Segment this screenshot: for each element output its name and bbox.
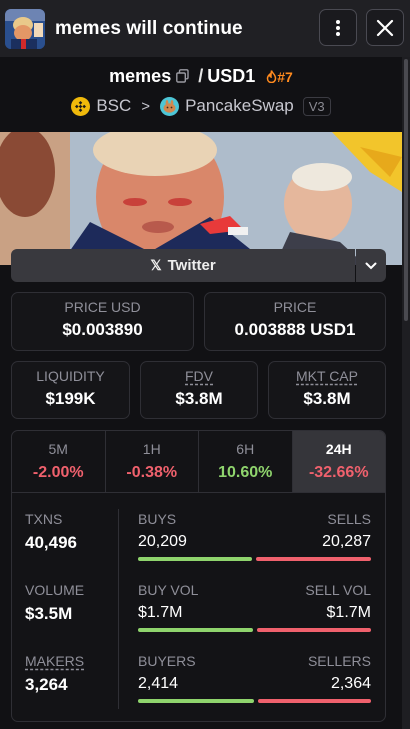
buyers-value: 2,414 <box>138 675 179 692</box>
buyers-sellers-split: BUYERS SELLERS 2,414 2,364 <box>138 653 371 703</box>
scrollbar[interactable] <box>402 57 410 729</box>
sells-bar <box>256 557 371 561</box>
buy-vol-label: BUY VOL <box>138 582 199 598</box>
tab-change: -2.00% <box>32 464 84 481</box>
price-usd-value: $0.003890 <box>62 320 143 339</box>
tab-5m[interactable]: 5M -2.00% <box>12 431 106 492</box>
timeframe-stats-panel: 5M -2.00% 1H -0.38% 6H 10.60% 24H -32.66… <box>11 430 386 722</box>
twitter-label: Twitter <box>167 257 216 274</box>
chevron-right-icon: > <box>141 97 151 115</box>
tab-change: -0.38% <box>126 464 178 481</box>
sells-value: 20,287 <box>322 533 371 550</box>
tab-change: -32.66% <box>308 464 369 481</box>
tab-6h[interactable]: 6H 10.60% <box>199 431 293 492</box>
network-breadcrumb: BSC > PancakeSwap V3 <box>0 96 402 116</box>
sells-label: SELLS <box>327 511 371 527</box>
buy-vol-value: $1.7M <box>138 604 183 621</box>
buys-label: BUYS <box>138 511 177 527</box>
fdv-value: $3.8M <box>175 389 223 408</box>
tab-label: 5M <box>48 441 68 457</box>
sell-vol-value: $1.7M <box>326 604 371 621</box>
txns-label: TXNS <box>25 511 63 527</box>
price-native-label: PRICE <box>273 299 317 315</box>
buyvol-sellvol-bar <box>138 628 371 632</box>
copy-icon[interactable] <box>176 67 189 88</box>
pair-title: memes / USD1 #7 <box>0 66 402 88</box>
column-divider <box>118 509 119 709</box>
dex-link[interactable]: PancakeSwap <box>185 96 294 116</box>
liquidity-label: LIQUIDITY <box>36 368 105 384</box>
trending-rank[interactable]: #7 <box>266 69 293 85</box>
buyvol-sellvol-split: BUY VOL SELL VOL $1.7M $1.7M <box>138 582 371 632</box>
buyers-bar <box>138 699 254 703</box>
pair-base: memes <box>109 66 172 86</box>
sell-vol-label: SELL VOL <box>305 582 371 598</box>
chain-link[interactable]: BSC <box>96 96 131 116</box>
volume-stat: VOLUME $3.5M <box>25 582 84 624</box>
token-header-image <box>0 132 402 265</box>
flame-icon <box>267 70 277 84</box>
tab-1h[interactable]: 1H -0.38% <box>106 431 199 492</box>
buys-value: 20,209 <box>138 533 187 550</box>
txns-stat: TXNS 40,496 <box>25 511 77 553</box>
sellers-bar <box>258 699 371 703</box>
header-bar: memes will continue <box>0 0 410 57</box>
more-vertical-icon <box>336 19 340 36</box>
pair-separator: / <box>198 66 204 86</box>
close-icon <box>376 19 394 36</box>
buyers-sellers-bar <box>138 699 371 703</box>
twitter-link-button[interactable]: 𝕏 Twitter <box>11 249 355 282</box>
tab-24h[interactable]: 24H -32.66% <box>292 431 385 492</box>
buy-vol-bar <box>138 628 253 632</box>
market-cap-label: MKT CAP <box>296 368 358 384</box>
rank-value: #7 <box>277 69 293 85</box>
price-native-box: PRICE 0.003888 USD1 <box>204 292 386 351</box>
dex-version-badge: V3 <box>302 96 331 116</box>
buys-sells-split: BUYS SELLS 20,209 20,287 <box>138 511 371 561</box>
txns-value: 40,496 <box>25 533 77 552</box>
pancakeswap-icon <box>160 96 180 116</box>
price-usd-box: PRICE USD $0.003890 <box>11 292 194 351</box>
chevron-down-icon <box>365 262 377 269</box>
buyers-label: BUYERS <box>138 653 196 669</box>
liquidity-value: $199K <box>45 389 96 408</box>
market-cap-box: MKT CAP $3.8M <box>268 361 386 419</box>
makers-stat: MAKERS 3,264 <box>25 653 84 695</box>
scrollbar-thumb[interactable] <box>404 59 408 321</box>
token-avatar <box>5 8 45 49</box>
buys-sells-bar <box>138 557 371 561</box>
makers-label: MAKERS <box>25 653 85 669</box>
close-button[interactable] <box>366 9 404 46</box>
sellers-label: SELLERS <box>307 653 371 669</box>
sell-vol-bar <box>257 628 371 632</box>
tab-label: 1H <box>142 441 161 457</box>
tab-label: 24H <box>325 441 352 457</box>
token-title: memes will continue <box>55 17 243 39</box>
volume-label: VOLUME <box>25 582 85 598</box>
more-options-button[interactable] <box>319 9 357 46</box>
buys-bar <box>138 557 252 561</box>
pair-quote: USD1 <box>207 66 256 86</box>
tab-label: 6H <box>236 441 255 457</box>
sellers-value: 2,364 <box>330 675 371 692</box>
liquidity-box: LIQUIDITY $199K <box>11 361 130 419</box>
x-logo-icon: 𝕏 <box>150 257 162 273</box>
timeframe-tabs: 5M -2.00% 1H -0.38% 6H 10.60% 24H -32.66… <box>12 431 385 493</box>
bsc-icon <box>71 96 91 116</box>
tab-change: 10.60% <box>218 464 273 481</box>
market-cap-value: $3.8M <box>303 389 351 408</box>
price-native-value: 0.003888 USD1 <box>234 320 356 339</box>
fdv-box: FDV $3.8M <box>140 361 258 419</box>
fdv-label: FDV <box>185 368 213 384</box>
volume-value: $3.5M <box>25 604 73 623</box>
price-usd-label: PRICE USD <box>64 299 141 315</box>
socials-dropdown-button[interactable] <box>356 249 386 282</box>
makers-value: 3,264 <box>25 675 68 694</box>
